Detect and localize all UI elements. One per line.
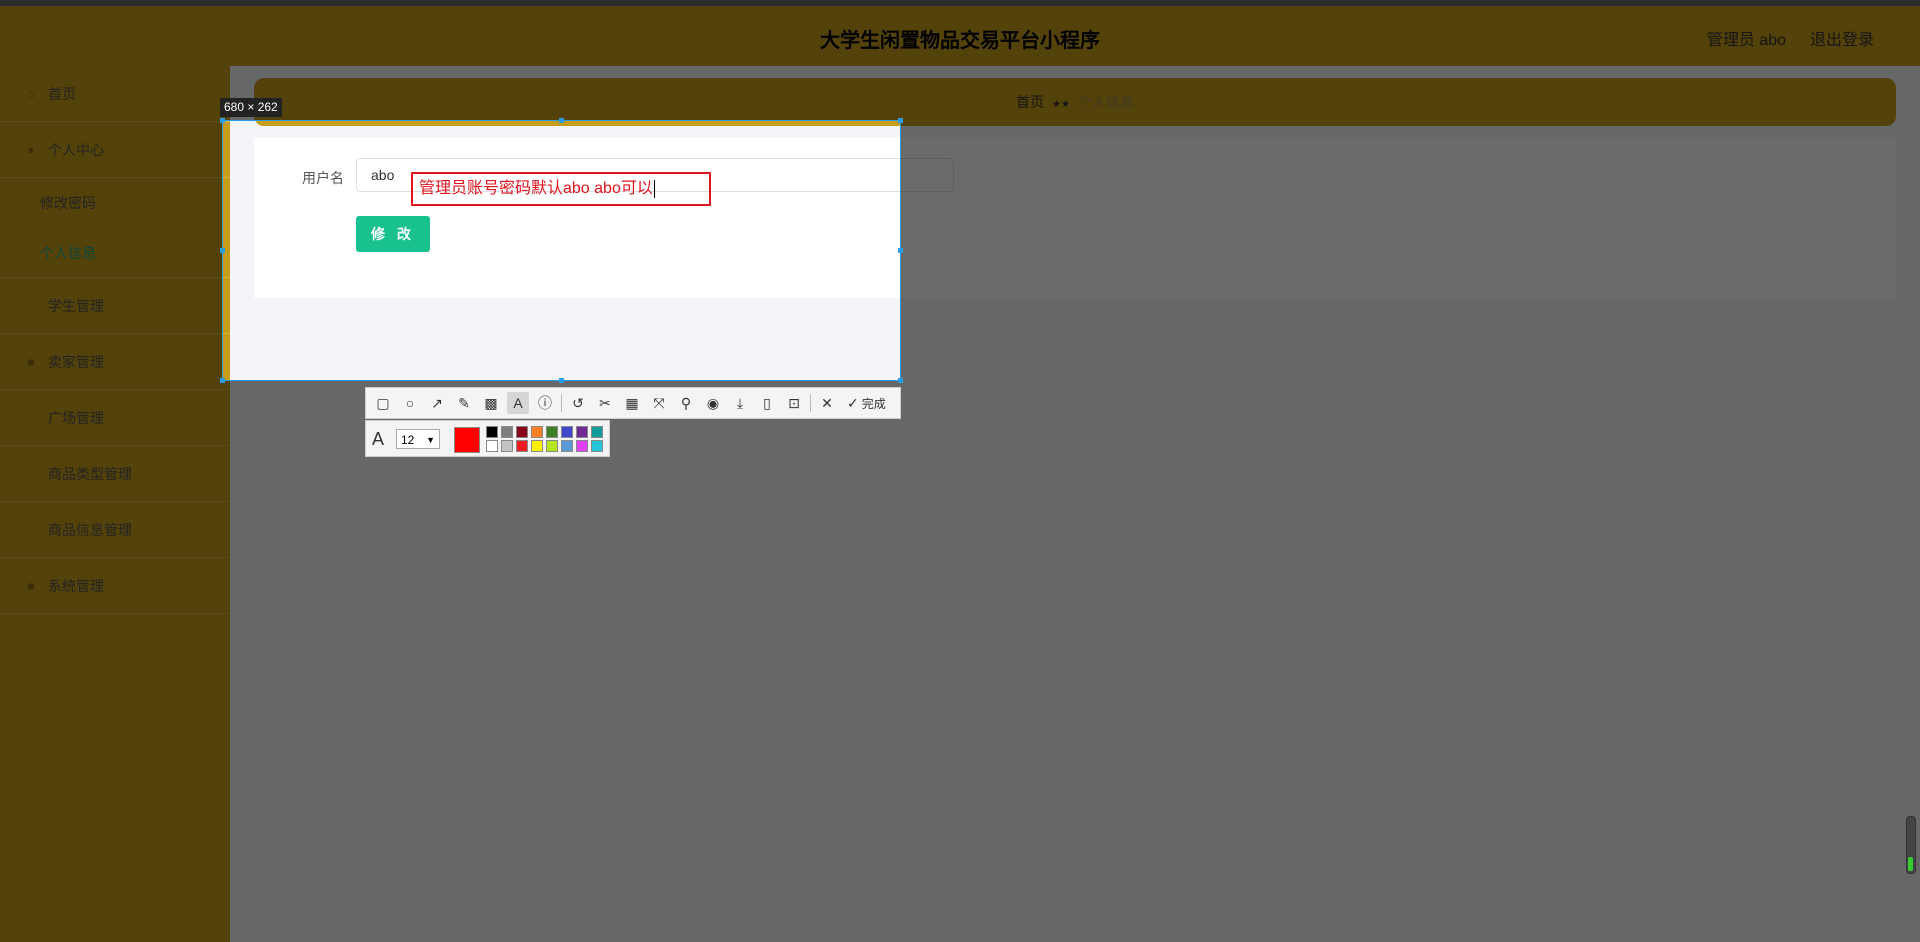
color-swatch[interactable] xyxy=(561,440,573,452)
sidebar-item-system[interactable]: ■ 系统管理 xyxy=(0,558,230,614)
user-icon: ● xyxy=(27,142,35,157)
app-title: 大学生闲置物品交易平台小程序 xyxy=(820,30,1100,52)
color-swatch[interactable] xyxy=(531,440,543,452)
text-annotation[interactable]: 管理员账号密码默认abo abo可以 xyxy=(411,172,711,206)
square-icon xyxy=(24,411,38,425)
toolbar-divider xyxy=(561,394,562,412)
serial-number-tool-icon[interactable]: ⓘ xyxy=(534,392,556,414)
pen-tool-icon[interactable]: ✎ xyxy=(453,392,475,414)
sidebar-item-label: 首页 xyxy=(48,85,76,102)
font-size-select[interactable]: 12 ▼ xyxy=(396,429,440,449)
font-size-value: 12 xyxy=(401,433,415,447)
mosaic-tool-icon[interactable]: ▩ xyxy=(480,392,502,414)
student-icon xyxy=(24,299,38,313)
color-swatch[interactable] xyxy=(591,440,603,452)
pin-icon[interactable]: ⚲ xyxy=(675,392,697,414)
sidebar-item-categories[interactable]: 商品类型管理 xyxy=(0,446,230,502)
home-icon: ⌂ xyxy=(27,86,35,101)
font-icon: A xyxy=(372,429,385,449)
side-scroll-indicator xyxy=(1906,816,1916,874)
resize-handle[interactable] xyxy=(220,248,225,253)
close-icon[interactable]: ✕ xyxy=(816,392,838,414)
sidebar-item-label: 商品信息管理 xyxy=(48,521,132,538)
sidebar-item-label: 卖家管理 xyxy=(48,353,104,370)
system-icon: ■ xyxy=(27,578,35,593)
color-swatch[interactable] xyxy=(546,426,558,438)
done-label: 完成 xyxy=(861,396,886,411)
breadcrumb: 首页 ★★ 个人信息 xyxy=(254,78,1896,126)
arrow-tool-icon[interactable]: ↗ xyxy=(426,392,448,414)
sidebar-item-label: 广场管理 xyxy=(48,409,104,426)
goods-icon xyxy=(24,523,38,537)
sidebar-item-goods[interactable]: 商品信息管理 xyxy=(0,502,230,558)
color-swatch[interactable] xyxy=(531,426,543,438)
top-header: 大学生闲置物品交易平台小程序 管理员 abo 退出登录 xyxy=(0,6,1920,66)
long-screenshot-icon[interactable]: ⤧ xyxy=(648,392,670,414)
seller-icon: ■ xyxy=(27,354,35,369)
ocr-icon[interactable]: ▦ xyxy=(621,392,643,414)
text-tool-icon[interactable]: A xyxy=(507,392,529,414)
annotation-text: 管理员账号密码默认abo abo可以 xyxy=(419,180,653,197)
text-options-bar: A 12 ▼ xyxy=(365,420,610,457)
resize-handle[interactable] xyxy=(559,118,564,123)
sidebar-item-home[interactable]: ⌂ 首页 xyxy=(0,66,230,122)
resize-handle[interactable] xyxy=(220,378,225,383)
resize-handle[interactable] xyxy=(898,248,903,253)
sidebar-item-sellers[interactable]: ■ 卖家管理 xyxy=(0,334,230,390)
color-swatch[interactable] xyxy=(546,440,558,452)
update-button[interactable]: 修 改 xyxy=(356,216,430,252)
check-icon: ✓ xyxy=(847,394,859,411)
text-caret xyxy=(653,179,655,198)
sidebar-item-personal-center[interactable]: ● 个人中心 xyxy=(0,122,230,178)
current-user: 管理员 abo xyxy=(1706,32,1786,49)
category-icon xyxy=(24,467,38,481)
resize-handle[interactable] xyxy=(220,118,225,123)
sidebar-item-students[interactable]: 学生管理 xyxy=(0,278,230,334)
capture-size-label: 680 × 262 xyxy=(220,98,282,117)
device-icon[interactable]: ▯ xyxy=(756,392,778,414)
indicator-fill xyxy=(1908,857,1913,871)
color-swatch[interactable] xyxy=(516,440,528,452)
current-color-swatch[interactable] xyxy=(454,427,480,453)
resize-handle[interactable] xyxy=(898,118,903,123)
chevron-down-icon: ▼ xyxy=(426,435,435,445)
sidebar-subitem-change-password[interactable]: 修改密码 xyxy=(0,178,230,228)
color-swatch[interactable] xyxy=(561,426,573,438)
logout-link[interactable]: 退出登录 xyxy=(1810,26,1874,50)
color-swatch[interactable] xyxy=(486,426,498,438)
record-icon[interactable]: ◉ xyxy=(702,392,724,414)
sidebar-subitem-personal-info[interactable]: 个人信息 xyxy=(0,228,230,278)
color-swatch[interactable] xyxy=(576,426,588,438)
color-swatch[interactable] xyxy=(486,440,498,452)
color-swatch[interactable] xyxy=(576,440,588,452)
save-icon[interactable]: ⤓ xyxy=(729,392,751,414)
breadcrumb-separator: ★★ xyxy=(1052,99,1070,110)
sidebar: ⌂ 首页 ● 个人中心 修改密码 个人信息 学生管理 ■ 卖家管理 广场管理 商… xyxy=(0,66,230,942)
breadcrumb-current: 个人信息 xyxy=(1077,94,1134,110)
done-button[interactable]: ✓ 完成 xyxy=(847,395,886,412)
sidebar-item-label: 商品类型管理 xyxy=(48,465,132,482)
username-label: 用户名 xyxy=(302,170,344,186)
sidebar-item-label: 学生管理 xyxy=(48,297,104,314)
capture-toolbar: ▢ ○ ↗ ✎ ▩ A ⓘ ↺ ✂ ▦ ⤧ ⚲ ◉ ⤓ ▯ ⊡ ✕ ✓ 完成 xyxy=(365,387,901,419)
color-swatch[interactable] xyxy=(501,426,513,438)
sidebar-item-label: 个人中心 xyxy=(48,141,104,158)
sidebar-item-label: 系统管理 xyxy=(48,577,104,594)
bookmark-icon[interactable]: ⊡ xyxy=(783,392,805,414)
resize-handle[interactable] xyxy=(898,378,903,383)
color-swatch[interactable] xyxy=(501,440,513,452)
sidebar-item-square[interactable]: 广场管理 xyxy=(0,390,230,446)
resize-handle[interactable] xyxy=(559,378,564,383)
color-swatch[interactable] xyxy=(516,426,528,438)
ellipse-tool-icon[interactable]: ○ xyxy=(399,392,421,414)
eraser-icon[interactable]: ✂ xyxy=(594,392,616,414)
toolbar-divider xyxy=(810,394,811,412)
rectangle-tool-icon[interactable]: ▢ xyxy=(372,392,394,414)
breadcrumb-home[interactable]: 首页 xyxy=(1016,94,1044,110)
undo-icon[interactable]: ↺ xyxy=(567,392,589,414)
color-swatch[interactable] xyxy=(591,426,603,438)
